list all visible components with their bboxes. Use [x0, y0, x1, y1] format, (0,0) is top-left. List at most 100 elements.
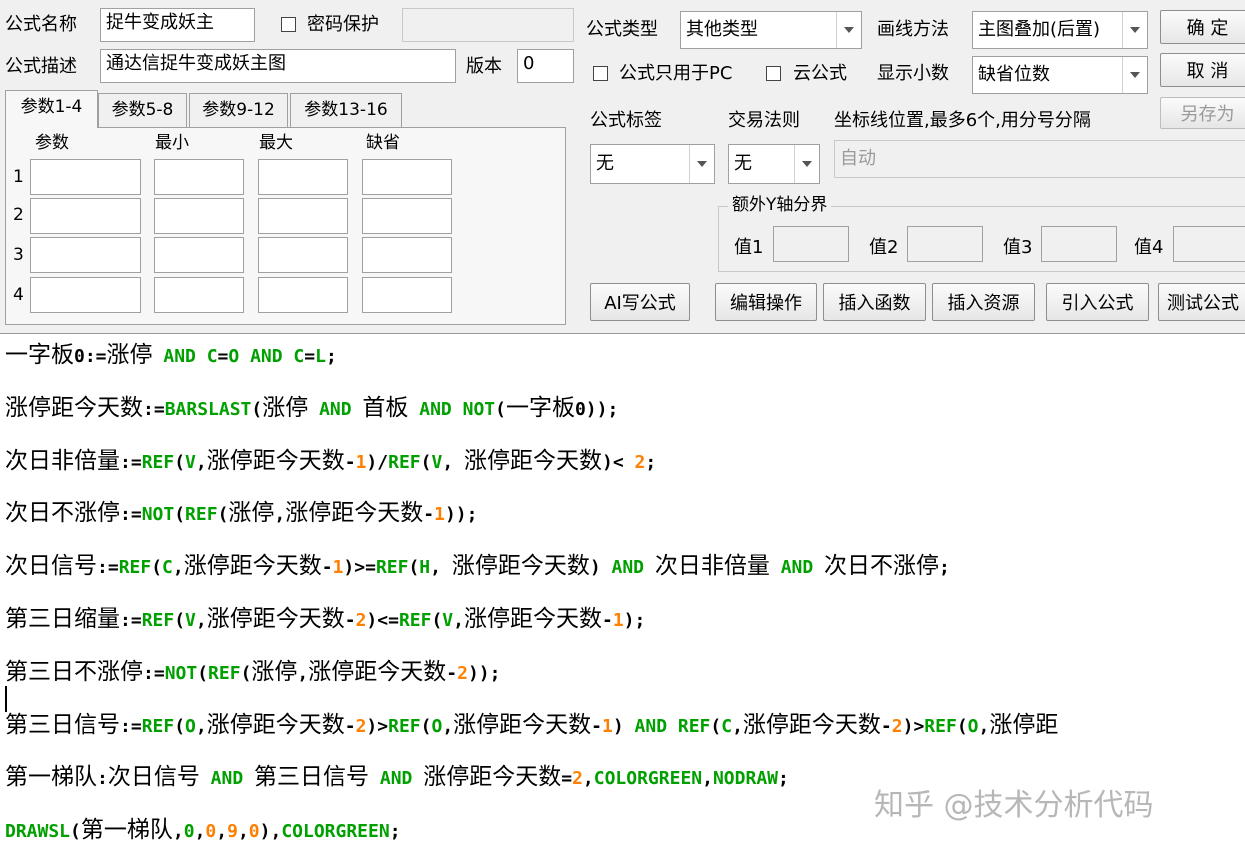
draw-method-select[interactable]: 主图叠加(后置): [972, 11, 1148, 49]
param-row-number: 4: [13, 285, 24, 305]
param-4-name-input[interactable]: [30, 277, 141, 313]
param-2-default-input[interactable]: [362, 198, 452, 234]
code-token: 次日不涨停: [824, 553, 940, 580]
tab-params-1-4[interactable]: 参数1-4: [5, 90, 98, 128]
param-4-default-input[interactable]: [362, 277, 452, 313]
version-input[interactable]: 0: [517, 49, 574, 83]
edit-operation-button[interactable]: 编辑操作: [715, 283, 817, 321]
import-formula-button[interactable]: 引入公式: [1046, 283, 1149, 321]
code-token: REF: [141, 715, 175, 737]
code-token: ,: [442, 715, 454, 737]
value2-input[interactable]: [907, 226, 983, 262]
code-token: H: [419, 557, 431, 579]
code-token: 第三日不涨停: [5, 658, 143, 685]
param-1-max-input[interactable]: [258, 159, 348, 195]
code-token: V: [431, 451, 443, 473]
code-token: ),: [259, 821, 282, 843]
code-line: 次日不涨停:=NOT(REF(涨停,涨停距今天数-1));: [5, 500, 477, 528]
value4-input[interactable]: [1173, 226, 1245, 262]
trade-rule-select[interactable]: 无: [728, 144, 820, 184]
param-1-default-input[interactable]: [362, 159, 452, 195]
value1-input[interactable]: [773, 226, 849, 262]
insert-function-button[interactable]: 插入函数: [823, 283, 926, 321]
code-token: =: [217, 346, 229, 367]
formula-type-select[interactable]: 其他类型: [680, 11, 862, 49]
tab-params-13-16[interactable]: 参数13-16: [290, 93, 402, 127]
code-token: 涨停: [228, 500, 275, 527]
code-token: REF: [118, 557, 152, 579]
insert-resource-button[interactable]: 插入资源: [932, 283, 1035, 321]
value3-label: 值3: [1003, 237, 1033, 258]
code-token: 2: [355, 610, 367, 631]
code-token: 一字板: [505, 394, 575, 421]
code-token: -: [591, 715, 602, 737]
cancel-button[interactable]: 取 消: [1160, 53, 1245, 87]
axis-position-input[interactable]: 自动: [834, 140, 1245, 178]
formula-tag-select[interactable]: 无: [590, 144, 715, 184]
code-token: 首板: [362, 394, 409, 421]
chevron-down-icon: [794, 145, 819, 183]
version-label: 版本: [466, 56, 502, 77]
param-header-max: 最大: [259, 133, 293, 153]
value2-label: 值2: [869, 237, 899, 258]
code-token: AND: [239, 346, 294, 367]
code-token: 涨停距今天数: [285, 500, 424, 527]
code-token: (: [495, 398, 506, 420]
code-token: )<: [602, 451, 635, 473]
save-as-button[interactable]: 另存为: [1160, 97, 1245, 129]
code-token: REF: [375, 557, 409, 579]
cloud-label: 云公式: [793, 63, 847, 84]
param-3-name-input[interactable]: [30, 237, 141, 273]
code-token: ,: [195, 610, 207, 631]
test-formula-button[interactable]: 测试公式: [1158, 283, 1245, 321]
code-token: AND: [769, 557, 825, 579]
code-token: 1: [434, 504, 445, 526]
tab-params-9-12[interactable]: 参数9-12: [189, 93, 288, 127]
code-token: ): [612, 715, 624, 737]
param-3-default-input[interactable]: [362, 237, 452, 273]
code-token: 次日信号: [107, 764, 200, 791]
formula-desc-input[interactable]: 通达信捉牛变成妖主图: [100, 49, 456, 83]
param-2-name-input[interactable]: [30, 198, 141, 234]
param-4-min-input[interactable]: [154, 277, 244, 313]
code-token: :=: [120, 451, 142, 473]
extra-y-axis-title: 额外Y轴分界: [728, 195, 832, 215]
code-token: (: [174, 504, 186, 526]
code-token: ,: [702, 768, 713, 790]
ok-button[interactable]: 确 定: [1160, 10, 1245, 44]
tab-params-5-8[interactable]: 参数5-8: [98, 93, 187, 127]
code-token: (: [151, 557, 163, 579]
pc-only-checkbox[interactable]: [593, 66, 608, 81]
value3-input[interactable]: [1041, 226, 1117, 262]
param-2-min-input[interactable]: [154, 198, 244, 234]
code-line: 次日非倍量:=REF(V,涨停距今天数-1)/REF(V, 涨停距今天数)< 2…: [5, 448, 656, 476]
code-token: C: [162, 557, 173, 579]
password-input[interactable]: [402, 8, 574, 42]
code-token: 涨停: [262, 394, 309, 421]
value4-label: 值4: [1134, 237, 1164, 258]
cloud-checkbox[interactable]: [766, 66, 781, 81]
param-3-max-input[interactable]: [258, 237, 348, 273]
password-checkbox[interactable]: [281, 17, 296, 32]
param-2-max-input[interactable]: [258, 198, 348, 234]
code-token: 涨停距今天数: [453, 711, 592, 738]
ai-write-formula-button[interactable]: AI写公式: [590, 283, 690, 321]
code-token: 涨停距今天数: [463, 606, 602, 632]
code-token: ));: [444, 504, 478, 526]
decimal-select[interactable]: 缺省位数: [972, 56, 1148, 94]
formula-name-input[interactable]: 捉牛变成妖主: [100, 8, 255, 42]
code-token: (: [431, 610, 443, 631]
code-token: :=: [143, 398, 165, 420]
code-token: (: [174, 610, 186, 631]
code-token: AND: [600, 557, 655, 579]
code-token: 2: [457, 662, 468, 684]
code-editor[interactable]: 一字板0:=涨停 AND C=O AND C=L; 涨停距今天数:=BARSLAS…: [0, 333, 1245, 853]
code-token: (: [420, 715, 432, 737]
param-4-max-input[interactable]: [258, 277, 348, 313]
code-line: 第三日信号:=REF(O,涨停距今天数-2)>REF(O,涨停距今天数-1) A…: [5, 712, 1058, 740]
param-3-min-input[interactable]: [154, 237, 244, 273]
code-token: ,: [453, 610, 464, 631]
param-1-min-input[interactable]: [154, 159, 244, 195]
pc-only-label: 公式只用于PC: [619, 63, 733, 84]
param-1-name-input[interactable]: [30, 159, 141, 195]
